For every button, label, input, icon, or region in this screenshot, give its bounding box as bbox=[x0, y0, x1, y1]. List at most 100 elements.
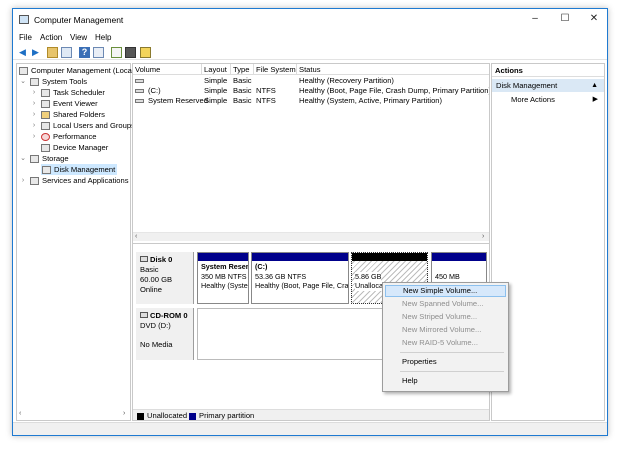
menu-help[interactable]: Help bbox=[385, 375, 506, 387]
menu-file[interactable]: File bbox=[19, 31, 32, 44]
drive-icon bbox=[135, 79, 144, 83]
col-layout[interactable]: Layout bbox=[202, 64, 231, 75]
partition-size: 53.36 GB NTFS bbox=[255, 271, 307, 281]
volume-row[interactable]: (C:) Simple Basic NTFS Healthy (Boot, Pa… bbox=[133, 86, 489, 96]
partition-size: 5.86 GB bbox=[355, 271, 382, 281]
chevron-right-icon[interactable]: › bbox=[30, 131, 38, 142]
cdrom-icon bbox=[140, 312, 148, 318]
col-status[interactable]: Status bbox=[297, 64, 489, 75]
partition-status: Healthy (Syste bbox=[201, 281, 248, 290]
actions-section-disk-management[interactable]: Disk Management ▲ bbox=[492, 79, 604, 92]
menu-new-striped-volume[interactable]: New Striped Volume... bbox=[385, 311, 506, 323]
computer-management-icon bbox=[19, 15, 29, 24]
settings-icon[interactable] bbox=[125, 47, 136, 58]
drive-icon bbox=[135, 89, 144, 93]
unallocated-swatch bbox=[137, 413, 144, 420]
collapse-up-icon[interactable]: ▲ bbox=[591, 79, 598, 92]
window-title: Computer Management bbox=[34, 15, 124, 25]
actions-header: Actions bbox=[492, 64, 604, 77]
disk-icon[interactable] bbox=[140, 47, 151, 58]
console-icon[interactable] bbox=[93, 47, 104, 58]
storage-icon bbox=[30, 154, 39, 163]
computer-management-window: Computer Management – ☐ ✕ File Action Vi… bbox=[12, 8, 608, 436]
close-button[interactable]: ✕ bbox=[579, 11, 609, 27]
toolbar: ◀ ▶ ? bbox=[13, 45, 607, 60]
disk-name: Disk 0 bbox=[150, 255, 173, 264]
scroll-right-icon[interactable]: › bbox=[123, 410, 125, 417]
col-file-system[interactable]: File System bbox=[254, 64, 297, 75]
device-manager-icon bbox=[41, 143, 50, 152]
partition-context-menu: New Simple Volume... New Spanned Volume.… bbox=[382, 282, 509, 392]
up-icon[interactable] bbox=[47, 47, 58, 58]
partition-system-reserved[interactable]: System Reser 350 MB NTFS Healthy (Syste bbox=[197, 252, 249, 304]
scroll-left-icon[interactable]: ‹ bbox=[135, 233, 137, 240]
back-icon[interactable]: ◀ bbox=[17, 47, 28, 58]
tools-icon bbox=[30, 77, 39, 86]
scroll-left-icon[interactable]: ‹ bbox=[19, 410, 21, 417]
menu-help[interactable]: Help bbox=[95, 31, 111, 44]
export-icon[interactable] bbox=[111, 47, 122, 58]
chevron-right-icon[interactable]: › bbox=[30, 87, 38, 98]
folder-icon bbox=[41, 110, 50, 119]
disk-type: Basic bbox=[140, 265, 159, 274]
computer-icon bbox=[19, 66, 28, 75]
title-bar[interactable]: Computer Management – ☐ ✕ bbox=[13, 9, 607, 31]
volume-list-scrollbar[interactable]: ‹ › bbox=[133, 232, 489, 241]
chevron-down-icon[interactable]: ⌄ bbox=[19, 76, 27, 87]
event-log-icon bbox=[41, 99, 50, 108]
chevron-right-icon[interactable]: › bbox=[30, 120, 38, 131]
chevron-right-icon[interactable]: › bbox=[30, 109, 38, 120]
partition-name bbox=[435, 262, 483, 272]
drive-icon bbox=[135, 99, 144, 103]
disk-0-label[interactable]: Disk 0 Basic 60.00 GB Online bbox=[136, 252, 194, 304]
partition-c[interactable]: (C:) 53.36 GB NTFS Healthy (Boot, Page F… bbox=[251, 252, 349, 304]
users-icon bbox=[41, 121, 50, 130]
menu-new-mirrored-volume[interactable]: New Mirrored Volume... bbox=[385, 324, 506, 336]
minimize-button[interactable]: – bbox=[520, 11, 550, 27]
volume-row[interactable]: Simple Basic Healthy (Recovery Partition… bbox=[133, 76, 489, 86]
menu-separator bbox=[400, 352, 504, 353]
cdrom-0-label[interactable]: CD-ROM 0 DVD (D:) No Media bbox=[136, 308, 194, 360]
maximize-button[interactable]: ☐ bbox=[550, 11, 580, 27]
partition-name bbox=[355, 262, 424, 272]
menu-new-spanned-volume[interactable]: New Spanned Volume... bbox=[385, 298, 506, 310]
disk-management-icon bbox=[42, 165, 51, 174]
chevron-right-icon[interactable]: › bbox=[30, 98, 38, 109]
help-icon[interactable]: ? bbox=[79, 47, 90, 58]
disk-size: 60.00 GB bbox=[140, 275, 173, 284]
partition-size: 350 MB NTFS bbox=[201, 271, 247, 281]
menu-properties[interactable]: Properties bbox=[385, 356, 506, 368]
partition-status: Healthy (Boot, Page File, Cra bbox=[255, 281, 349, 290]
cdrom-state: No Media bbox=[140, 340, 173, 349]
disk-icon bbox=[140, 256, 148, 262]
chevron-right-icon[interactable]: › bbox=[19, 175, 27, 186]
scroll-right-icon[interactable]: › bbox=[482, 233, 484, 240]
console-tree: Computer Management (Local ⌄ System Tool… bbox=[16, 63, 135, 421]
volume-list-header: Volume Layout Type File System Status bbox=[133, 64, 489, 75]
menu-new-raid5-volume[interactable]: New RAID-5 Volume... bbox=[385, 337, 506, 349]
menu-new-simple-volume[interactable]: New Simple Volume... bbox=[385, 285, 506, 297]
more-actions-item[interactable]: More Actions ▶ bbox=[492, 93, 604, 106]
chevron-down-icon[interactable]: ⌄ bbox=[19, 153, 27, 164]
menu-bar: File Action View Help bbox=[13, 31, 607, 44]
cdrom-type: DVD (D:) bbox=[140, 321, 171, 330]
clock-icon bbox=[41, 88, 50, 97]
legend-primary: Primary partition bbox=[199, 411, 255, 420]
services-icon bbox=[30, 176, 39, 185]
legend: Unallocated Primary partition bbox=[133, 409, 489, 420]
cdrom-name: CD-ROM 0 bbox=[150, 311, 188, 320]
menu-action[interactable]: Action bbox=[40, 31, 62, 44]
partition-name: System Reser bbox=[201, 262, 249, 271]
forward-icon[interactable]: ▶ bbox=[30, 47, 41, 58]
performance-icon bbox=[41, 132, 50, 141]
properties-icon[interactable] bbox=[61, 47, 72, 58]
partition-size: 450 MB bbox=[435, 271, 460, 281]
primary-swatch bbox=[189, 413, 196, 420]
tree-item-disk-management[interactable]: Disk Management bbox=[41, 164, 117, 175]
partition-name: (C:) bbox=[255, 262, 268, 271]
menu-view[interactable]: View bbox=[70, 31, 87, 44]
col-type[interactable]: Type bbox=[231, 64, 254, 75]
col-volume[interactable]: Volume bbox=[133, 64, 202, 75]
disk-state: Online bbox=[140, 285, 162, 294]
volume-row[interactable]: System Reserved Simple Basic NTFS Health… bbox=[133, 96, 489, 106]
